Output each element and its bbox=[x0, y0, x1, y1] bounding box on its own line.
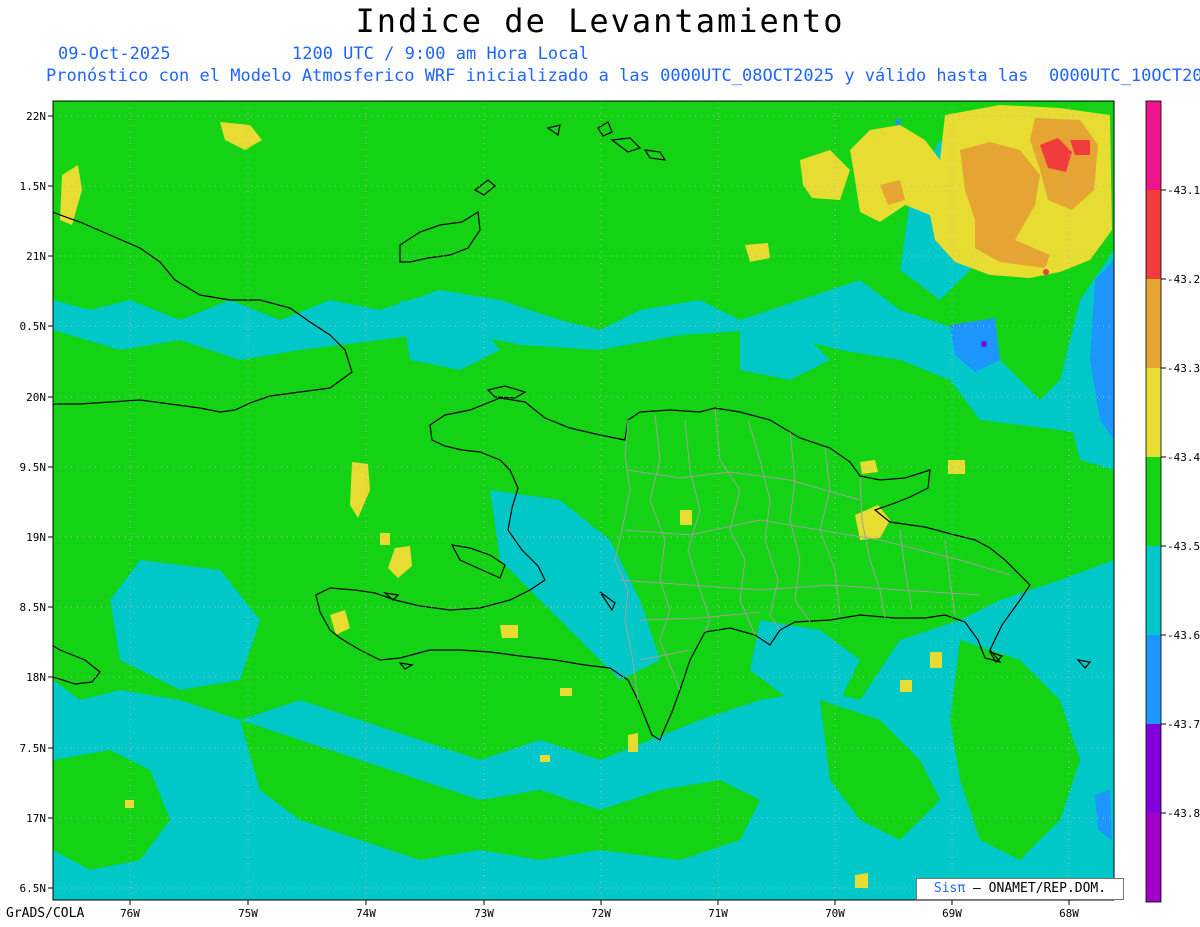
x-tick-label: 72W bbox=[591, 907, 611, 920]
purple-spot bbox=[981, 341, 987, 347]
y-tick-label: 0.5N bbox=[20, 320, 47, 333]
lifted-index-map: 22N 1.5N 21N 0.5N 20N 9.5N 19N 8.5N 18N … bbox=[20, 100, 1200, 920]
colorbar-segment bbox=[1146, 724, 1161, 813]
colorbar-segment bbox=[1146, 190, 1161, 279]
credit-box: Sisπ – ONAMET/REP.DOM. bbox=[916, 878, 1124, 900]
colorbar-label: -43.5 bbox=[1167, 540, 1200, 553]
y-tick-label: 8.5N bbox=[20, 601, 47, 614]
x-axis: 76W 75W 74W 73W 72W 71W 70W 69W 68W bbox=[120, 900, 1079, 920]
y-tick-label: 22N bbox=[26, 110, 46, 123]
y-tick-label: 20N bbox=[26, 391, 46, 404]
lifted-index-field bbox=[53, 101, 1114, 900]
x-tick-label: 70W bbox=[825, 907, 845, 920]
credit-text: – ONAMET/REP.DOM. bbox=[973, 881, 1107, 896]
y-tick-label: 1.5N bbox=[20, 180, 47, 193]
y-tick-label: 21N bbox=[26, 250, 46, 263]
y-tick-label: 19N bbox=[26, 531, 46, 544]
x-tick-label: 73W bbox=[474, 907, 494, 920]
colorbar-label: -43.6 bbox=[1167, 629, 1200, 642]
x-tick-label: 71W bbox=[708, 907, 728, 920]
grads-footer: GrADS/COLA bbox=[6, 906, 85, 921]
sispi-logo: Sisπ bbox=[933, 881, 966, 896]
colorbar-segment bbox=[1146, 457, 1161, 546]
colorbar-label: -43.1 bbox=[1167, 184, 1200, 197]
colorbar: -43.1 -43.2 -43.3 -43.4 -43.5 -43.6 -43.… bbox=[1145, 100, 1200, 903]
x-tick-label: 68W bbox=[1059, 907, 1079, 920]
y-tick-label: 18N bbox=[26, 671, 46, 684]
colorbar-segment bbox=[1146, 101, 1161, 190]
colorbar-segment bbox=[1146, 546, 1161, 635]
colorbar-label: -43.8 bbox=[1167, 807, 1200, 820]
x-tick-label: 76W bbox=[120, 907, 140, 920]
x-tick-label: 74W bbox=[356, 907, 376, 920]
colorbar-segment bbox=[1146, 368, 1161, 457]
colorbar-segment bbox=[1146, 813, 1161, 902]
colorbar-label: -43.7 bbox=[1167, 718, 1200, 731]
x-tick-label: 69W bbox=[942, 907, 962, 920]
y-tick-label: 6.5N bbox=[20, 882, 47, 895]
colorbar-segment bbox=[1146, 279, 1161, 368]
y-axis: 22N 1.5N 21N 0.5N 20N 9.5N 19N 8.5N 18N … bbox=[20, 110, 53, 895]
y-tick-label: 9.5N bbox=[20, 461, 47, 474]
x-tick-label: 75W bbox=[238, 907, 258, 920]
colorbar-label: -43.3 bbox=[1167, 362, 1200, 375]
colorbar-label: -43.4 bbox=[1167, 451, 1200, 464]
y-tick-label: 17N bbox=[26, 812, 46, 825]
y-tick-label: 7.5N bbox=[20, 742, 47, 755]
colorbar-label: -43.2 bbox=[1167, 273, 1200, 286]
colorbar-segment bbox=[1146, 635, 1161, 724]
